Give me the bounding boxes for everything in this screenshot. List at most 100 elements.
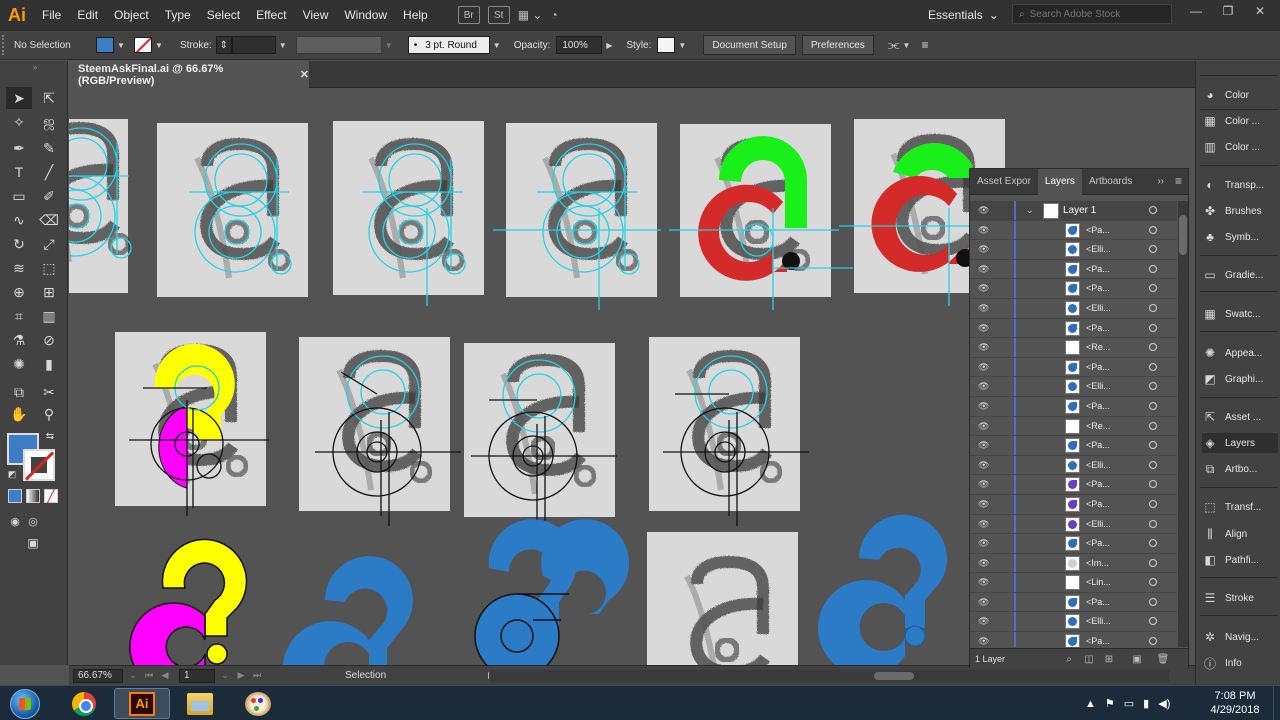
align-transform-icon[interactable]: ⫘ xyxy=(888,37,900,53)
workspace-switcher[interactable]: Essentials ⌄ xyxy=(920,5,1007,25)
layer-item-row[interactable]: 👁 <Pa... xyxy=(970,475,1177,495)
hand-tool-icon[interactable]: ✋ xyxy=(6,403,32,425)
layer-item-row[interactable]: 👁 <Pa... xyxy=(970,279,1177,299)
graph-tool-icon[interactable]: ▮ xyxy=(36,353,62,375)
visibility-eye-icon[interactable]: 👁 xyxy=(978,205,989,216)
visibility-eye-icon[interactable]: 👁 xyxy=(978,460,989,471)
fill-swatch[interactable] xyxy=(96,37,114,53)
graphic-style-swatch[interactable] xyxy=(657,37,676,53)
chevron-down-icon[interactable]: ▼ xyxy=(114,37,128,53)
perspective-grid-tool-icon[interactable]: ⊞ xyxy=(36,281,62,303)
show-desktop-button[interactable] xyxy=(1273,686,1280,720)
none-mode-icon[interactable]: ╱ xyxy=(44,489,58,503)
artboard-2-3[interactable] xyxy=(464,343,618,531)
dock-gradient[interactable]: ▭ Gradie... xyxy=(1202,265,1278,285)
dock-transform[interactable]: ⬚ Transf... xyxy=(1202,497,1278,517)
target-circle-icon[interactable] xyxy=(1149,343,1157,352)
dock-layers[interactable]: ◈ Layers xyxy=(1202,433,1278,453)
menu-window[interactable]: Window xyxy=(336,0,395,30)
stroke-swatch[interactable] xyxy=(134,37,152,53)
chevron-down-icon[interactable]: ⌄ xyxy=(127,670,139,681)
menu-help[interactable]: Help xyxy=(395,0,436,30)
layer-item-row[interactable]: 👁 <Elli... xyxy=(970,298,1177,319)
last-artboard-icon[interactable]: ⏭ xyxy=(251,670,263,681)
rectangle-tool-icon[interactable]: ▭ xyxy=(6,185,32,207)
selection-tool-icon[interactable]: ➤ xyxy=(6,87,32,109)
layer-item-row[interactable]: 👁 <Pa... xyxy=(970,220,1177,241)
taskbar-chrome[interactable] xyxy=(56,688,112,719)
dock-stroke[interactable]: ☰ Stroke xyxy=(1202,588,1278,608)
dock-navigator[interactable]: ✲ Navig... xyxy=(1202,627,1278,647)
target-circle-icon[interactable] xyxy=(1149,421,1157,430)
network-icon[interactable]: ▮ xyxy=(1143,697,1149,710)
final-glyph-blue-2[interactable] xyxy=(818,514,947,665)
artboard-1-2[interactable] xyxy=(157,123,308,297)
dock-symbols[interactable]: ♣ Symb... xyxy=(1202,227,1278,247)
dock-brushes[interactable]: ✤ Brushes xyxy=(1202,201,1278,221)
layer-item-row[interactable]: 👁 <Pa... xyxy=(970,436,1177,456)
visibility-eye-icon[interactable]: 👁 xyxy=(978,401,989,412)
dock-swatches[interactable]: ▦ Swatc... xyxy=(1202,304,1278,324)
target-circle-icon[interactable] xyxy=(1149,499,1157,508)
close-window-button[interactable]: ✕ xyxy=(1244,0,1276,22)
stock-search-input[interactable] xyxy=(1029,8,1160,20)
visibility-eye-icon[interactable]: 👁 xyxy=(978,362,989,373)
artboard-2-1[interactable] xyxy=(115,332,269,516)
final-glyph-blue-construction[interactable] xyxy=(474,519,630,665)
artboard-2-2[interactable] xyxy=(299,337,462,527)
bridge-button[interactable]: Br xyxy=(457,6,480,24)
target-circle-icon[interactable] xyxy=(1149,284,1157,293)
layer-item-row[interactable]: 👁 <Elli... xyxy=(970,377,1177,397)
visibility-eye-icon[interactable]: 👁 xyxy=(978,342,989,353)
visibility-eye-icon[interactable]: 👁 xyxy=(978,225,989,236)
swap-fill-stroke-icon[interactable]: ⇆ xyxy=(42,429,58,443)
taskbar-paint[interactable] xyxy=(230,688,286,719)
gradient-tool-icon[interactable]: ▥ xyxy=(36,305,62,327)
layer-item-row[interactable]: 👁 <Pa... xyxy=(970,494,1177,515)
target-circle-icon[interactable] xyxy=(1149,362,1157,371)
eyedropper-tool-icon[interactable]: ⚗ xyxy=(6,329,32,351)
visibility-eye-icon[interactable]: 👁 xyxy=(978,479,989,490)
layer-item-row[interactable]: 👁 <Elli... xyxy=(970,514,1177,535)
target-circle-icon[interactable] xyxy=(1149,617,1157,626)
visibility-eye-icon[interactable]: 👁 xyxy=(978,597,989,608)
gpu-performance-icon[interactable]: ◔ xyxy=(550,8,557,22)
layer-row-layer-1[interactable]: 👁 ⌄ Layer 1 xyxy=(970,201,1177,221)
menu-file[interactable]: File xyxy=(34,0,69,30)
visibility-eye-icon[interactable]: 👁 xyxy=(978,421,989,432)
collapse-panel-icon[interactable]: ›› xyxy=(1157,176,1164,187)
visibility-eye-icon[interactable]: 👁 xyxy=(978,538,989,549)
gradient-mode-icon[interactable] xyxy=(26,489,40,503)
first-artboard-icon[interactable]: ⏮ xyxy=(143,670,155,681)
warp-tool-icon[interactable]: ≋ xyxy=(6,257,32,279)
target-circle-icon[interactable] xyxy=(1149,245,1157,254)
tab-asset-export[interactable]: Asset Expor xyxy=(970,169,1038,195)
volume-icon[interactable]: ◀) xyxy=(1158,697,1170,710)
line-tool-icon[interactable]: ╱ xyxy=(36,161,62,183)
opacity-field[interactable] xyxy=(556,36,603,54)
flag-icon[interactable]: ⚑ xyxy=(1105,697,1115,710)
target-circle-icon[interactable] xyxy=(1149,323,1157,332)
horizontal-scrollbar[interactable] xyxy=(489,670,1169,682)
chevron-down-icon[interactable]: ▼ xyxy=(382,37,396,53)
target-circle-icon[interactable] xyxy=(1149,401,1157,410)
dock-pathfinder[interactable]: ◧ Pathfi... xyxy=(1202,550,1278,570)
target-circle-icon[interactable] xyxy=(1149,206,1157,214)
artboard-1-1[interactable] xyxy=(69,119,131,293)
panel-grip[interactable] xyxy=(2,35,8,55)
locate-object-icon[interactable]: ⌕ xyxy=(1062,652,1076,666)
dock-color[interactable]: ◕ Color xyxy=(1202,85,1278,105)
dock-info[interactable]: ⓘ Info xyxy=(1202,653,1278,673)
target-circle-icon[interactable] xyxy=(1149,460,1157,469)
visibility-eye-icon[interactable]: 👁 xyxy=(978,323,989,334)
dock-color-themes[interactable]: ▥ Color ... xyxy=(1202,137,1278,157)
menu-effect[interactable]: Effect xyxy=(248,0,294,30)
magic-wand-tool-icon[interactable]: ✧ xyxy=(6,111,32,133)
document-setup-button[interactable]: Document Setup xyxy=(703,35,796,55)
chevron-down-icon[interactable]: ⌄ xyxy=(219,670,231,681)
artboard-2-4[interactable] xyxy=(649,337,810,527)
dock-color-guide[interactable]: ▦ Color ... xyxy=(1202,111,1278,131)
display-icon[interactable]: ▭ xyxy=(1124,697,1134,710)
stroke-weight-field[interactable] xyxy=(231,36,276,54)
shape-builder-tool-icon[interactable]: ⊕ xyxy=(6,281,32,303)
